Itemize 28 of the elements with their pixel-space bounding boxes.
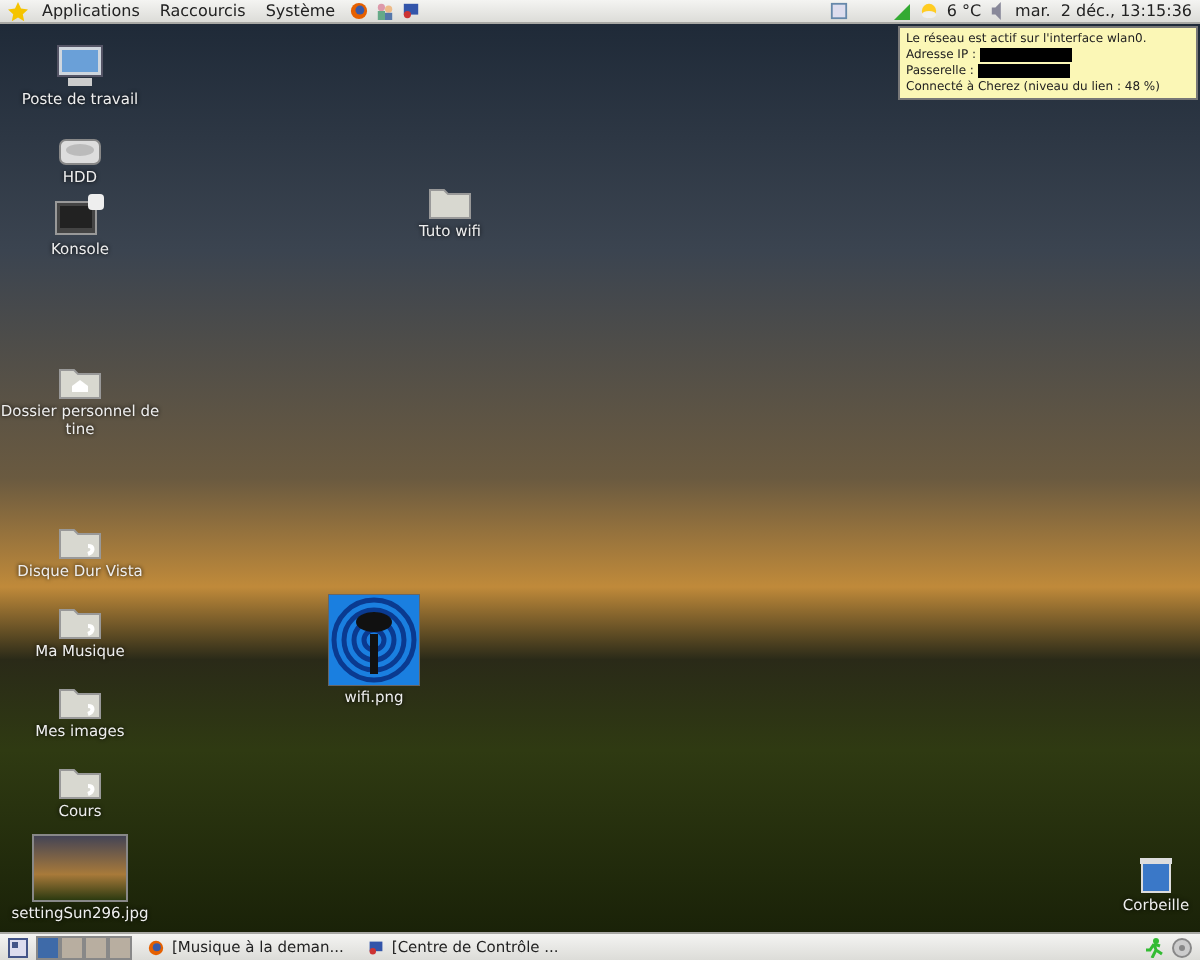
browser-icon[interactable] [148, 939, 164, 955]
workspace-button[interactable] [60, 935, 84, 959]
browser-icon[interactable] [349, 2, 368, 20]
disc-icon[interactable] [1172, 937, 1192, 957]
clock[interactable]: mar. 2 déc., 13:15:36 [1015, 2, 1192, 20]
show-desktop-icon[interactable] [8, 937, 28, 957]
users-icon[interactable] [375, 2, 394, 20]
folder-icon[interactable] [428, 184, 472, 220]
photo-placeholder[interactable] [32, 834, 128, 902]
monitor-icon[interactable] [367, 939, 384, 955]
menu-item[interactable]: Système [259, 2, 342, 20]
drive-icon[interactable] [58, 134, 102, 166]
workspace-button[interactable] [108, 935, 132, 959]
monitor-icon[interactable] [401, 2, 420, 20]
menu-item[interactable]: Applications [36, 2, 146, 20]
home-folder-icon[interactable] [58, 364, 102, 400]
monitor-icon[interactable] [56, 44, 104, 88]
trash-icon[interactable] [1136, 854, 1176, 894]
wifi-tower-image[interactable] [328, 594, 420, 686]
star-icon[interactable] [8, 1, 28, 21]
temperature-text: 6 °C [946, 2, 982, 20]
folder-icon[interactable] [58, 604, 102, 640]
terminal-icon[interactable] [54, 194, 106, 238]
folder-icon[interactable] [58, 764, 102, 800]
workspace-button[interactable] [84, 935, 108, 959]
workspace-button[interactable] [36, 935, 60, 959]
menu-item[interactable]: Raccourcis [153, 2, 252, 20]
folder-icon[interactable] [58, 684, 102, 720]
